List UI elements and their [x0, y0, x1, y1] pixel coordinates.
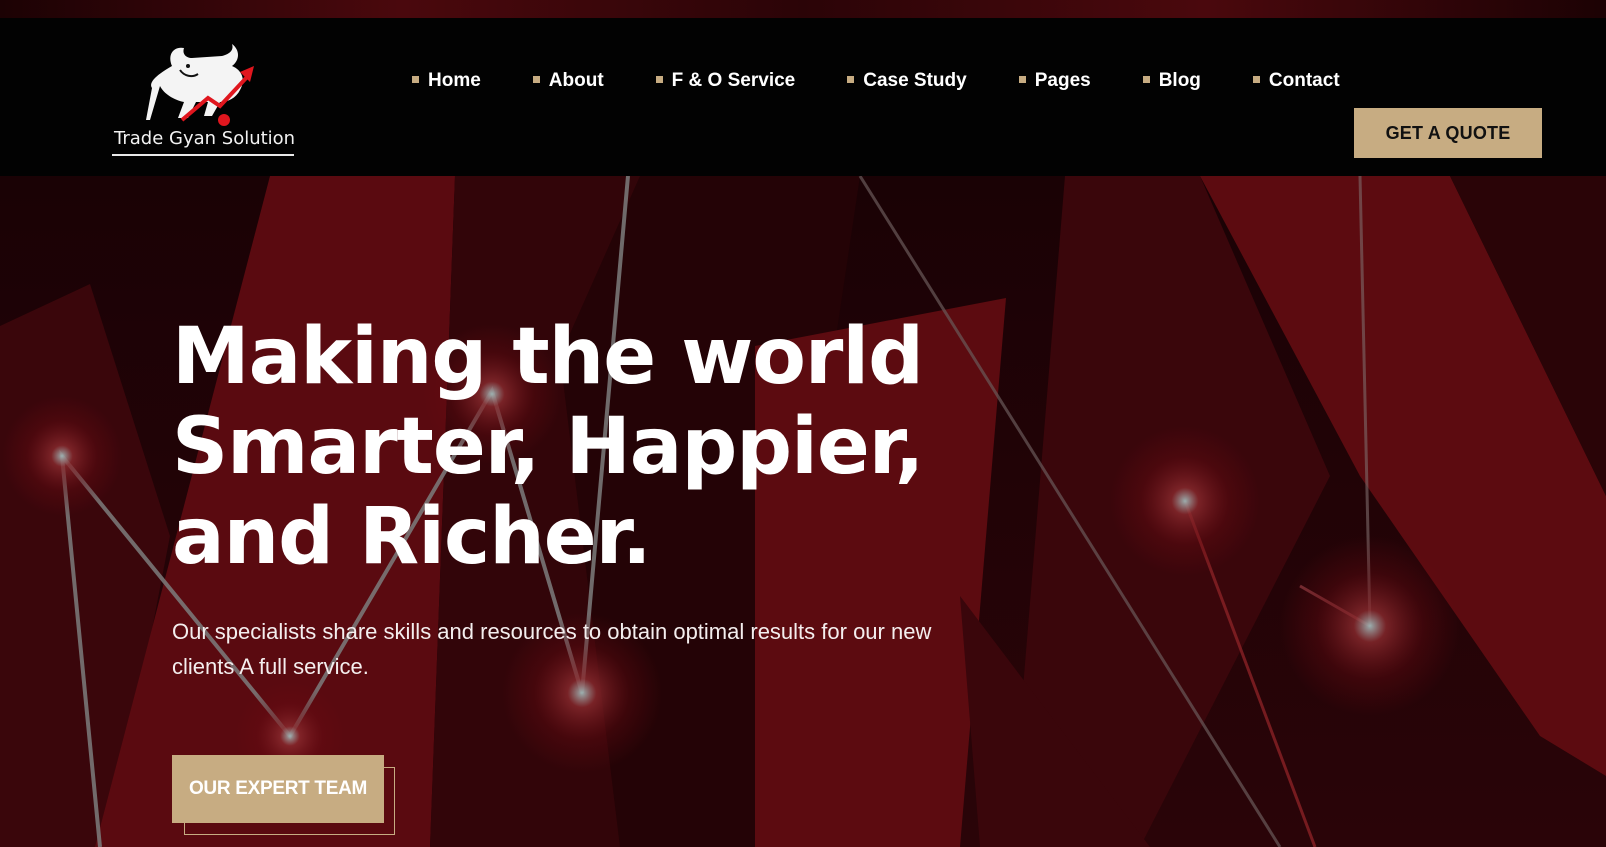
- square-bullet-icon: [847, 76, 855, 83]
- nav-item-label: Home: [428, 70, 481, 91]
- logo-underline: [112, 154, 294, 156]
- nav-item-label: Blog: [1158, 70, 1201, 91]
- hero-section: Making the world Smarter, Happier, and R…: [0, 176, 1606, 847]
- nav-item-label: About: [548, 70, 604, 91]
- nav-item-label: Contact: [1268, 70, 1340, 91]
- nav-item-pages[interactable]: Pages: [1018, 70, 1091, 92]
- nav-item-label: Case Study: [863, 70, 967, 91]
- get-a-quote-button[interactable]: GET A QUOTE: [1354, 108, 1542, 158]
- square-bullet-icon: [1018, 76, 1026, 83]
- main-nav: Home About F & O Service Case Study Page…: [412, 66, 1340, 96]
- nav-item-home[interactable]: Home: [412, 70, 481, 92]
- square-bullet-icon: [412, 76, 419, 83]
- square-bullet-icon: [1142, 76, 1150, 83]
- site-logo[interactable]: Trade Gyan Solution: [112, 36, 296, 158]
- hero-title-line: and Richer.: [172, 492, 652, 582]
- nav-item-blog[interactable]: Blog: [1142, 70, 1201, 92]
- our-expert-team-button[interactable]: OUR EXPERT TEAM: [172, 755, 384, 823]
- nav-item-contact[interactable]: Contact: [1252, 70, 1340, 92]
- bull-chart-icon: [146, 44, 254, 126]
- top-accent-strip: [0, 0, 1606, 18]
- site-header: Trade Gyan Solution Home About F & O Ser…: [0, 18, 1606, 176]
- hero-title-line: Making the world: [172, 312, 924, 402]
- hero-subtitle: Our specialists share skills and resourc…: [172, 619, 932, 679]
- nav-item-label: F & O Service: [671, 70, 796, 91]
- nav-item-label: Pages: [1034, 70, 1091, 91]
- expert-team-cta: OUR EXPERT TEAM: [172, 755, 397, 837]
- square-bullet-icon: [1252, 76, 1260, 83]
- logo-text: Trade Gyan Solution: [114, 128, 296, 149]
- hero-title: Making the world Smarter, Happier, and R…: [172, 312, 932, 582]
- nav-item-about[interactable]: About: [532, 70, 604, 92]
- hero-title-line: Smarter, Happier,: [172, 402, 924, 492]
- nav-item-case-study[interactable]: Case Study: [847, 70, 967, 92]
- square-bullet-icon: [532, 76, 540, 83]
- nav-item-fo-service[interactable]: F & O Service: [655, 70, 796, 92]
- square-bullet-icon: [655, 76, 663, 83]
